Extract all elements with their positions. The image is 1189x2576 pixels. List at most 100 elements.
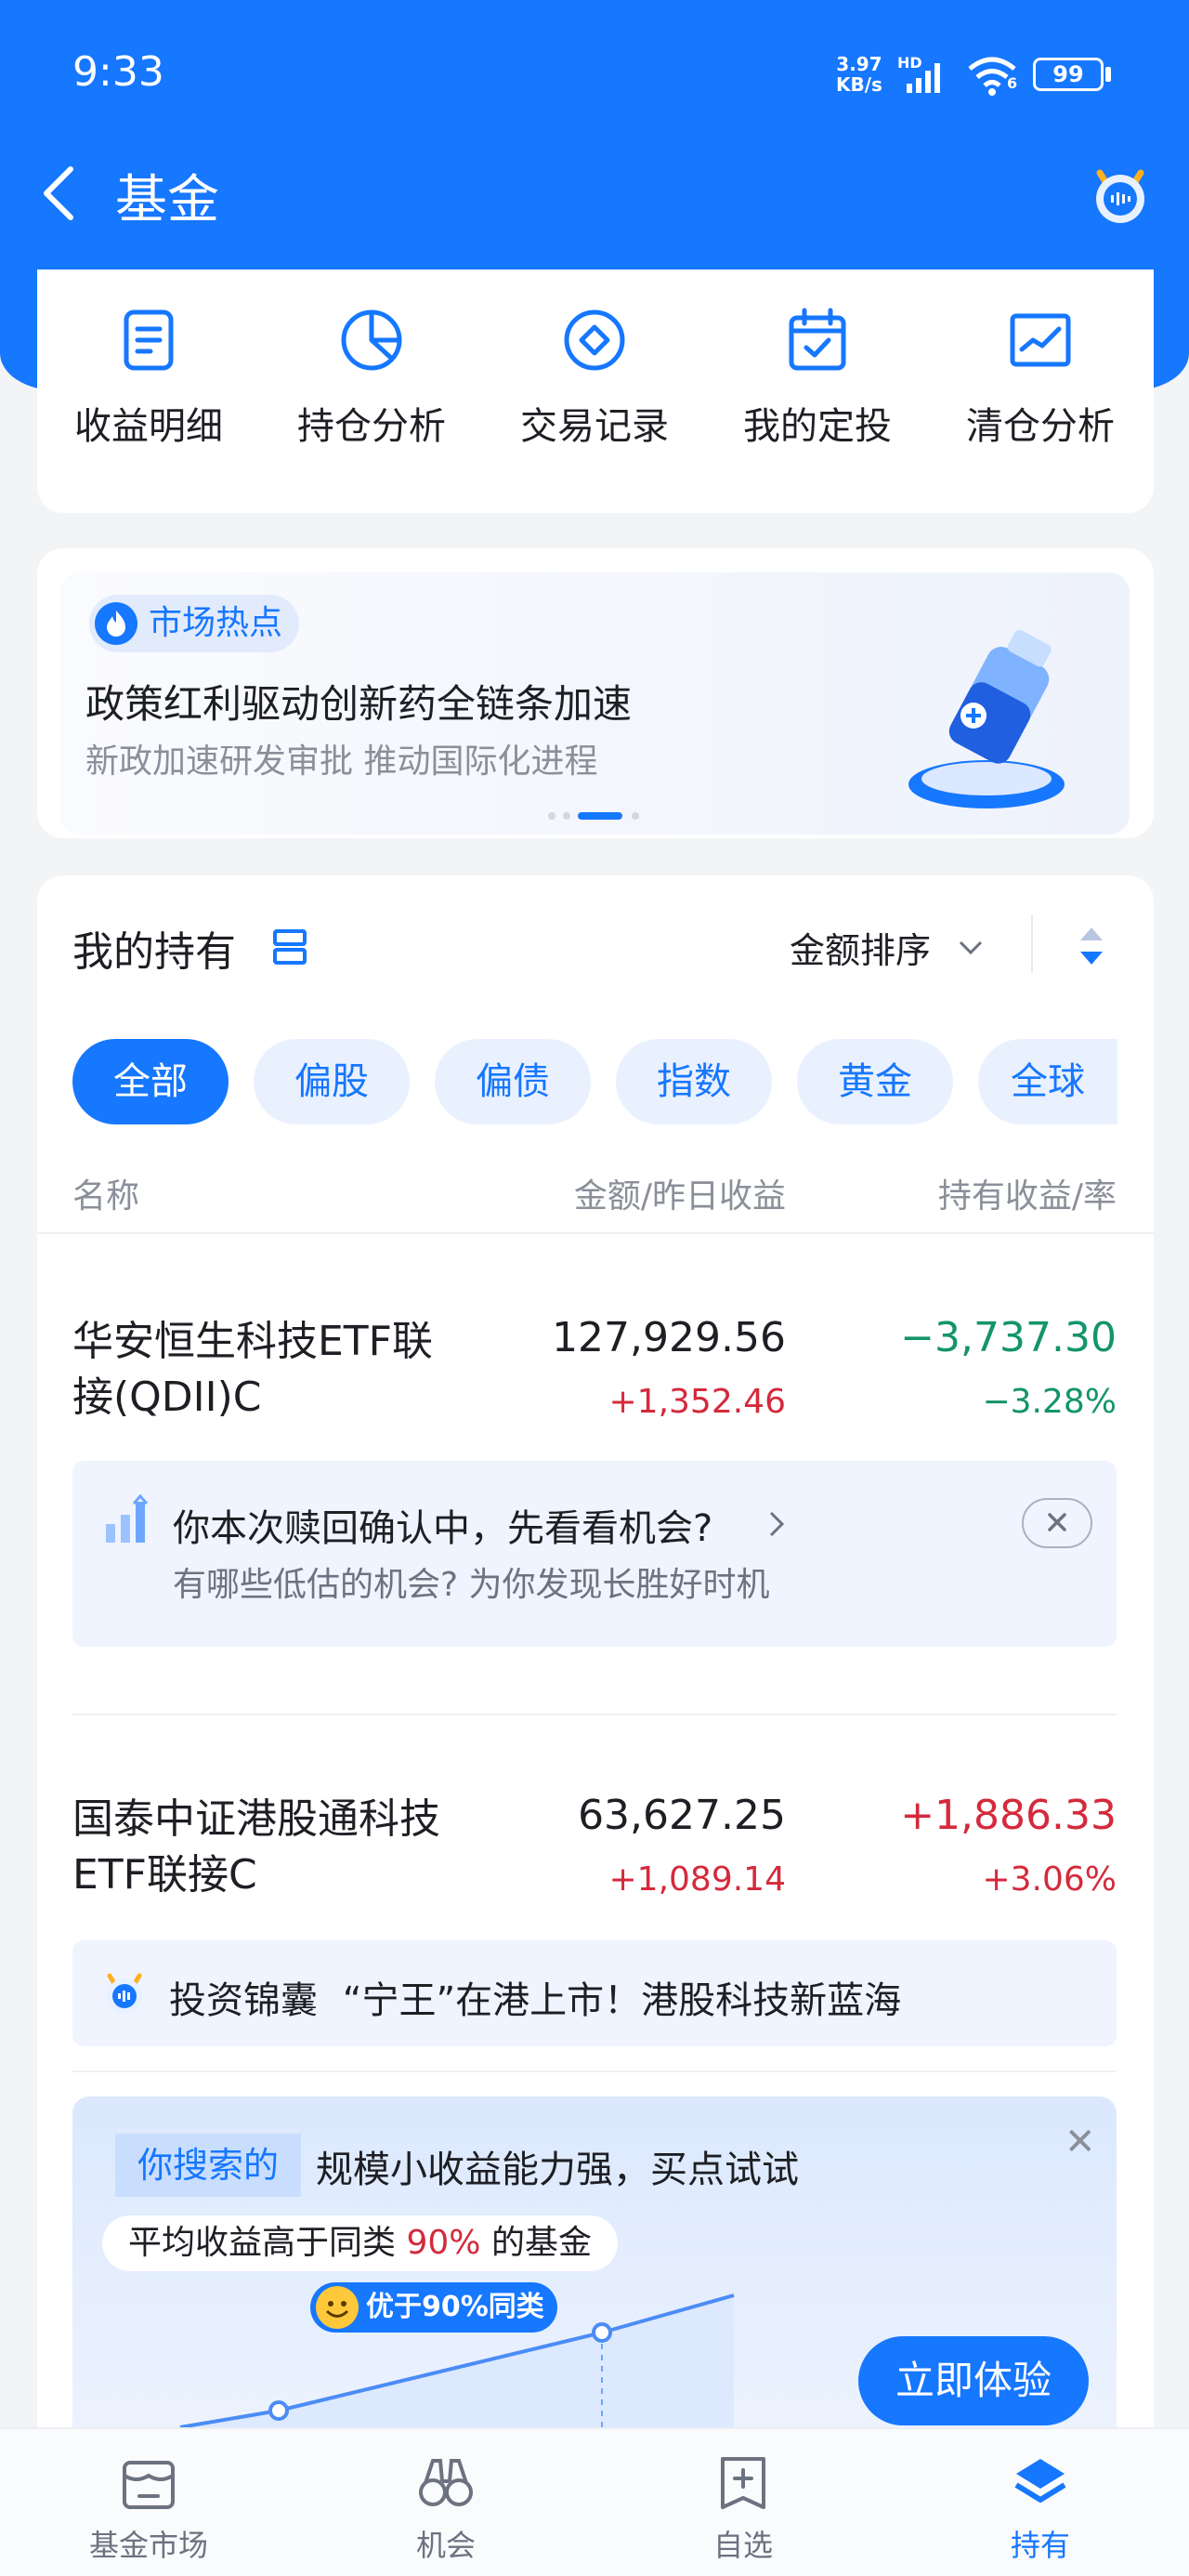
tab-opportunity[interactable]: 机会 (353, 2453, 539, 2565)
diamond-circle-icon (564, 309, 625, 371)
medicine-bottle-illustration (908, 629, 1065, 808)
quick-action-label: 我的定投 (743, 405, 892, 448)
carousel-dot-active (578, 812, 622, 820)
redeem-tip-card[interactable] (72, 1461, 1117, 1647)
performance-badge: 平均收益高于同类 90% 的基金 (102, 2215, 618, 2271)
network-speed: 3.97 KB/s (836, 54, 882, 95)
battery-level: 99 (1052, 61, 1084, 87)
quick-action-trade-records[interactable]: 交易记录 (483, 307, 706, 450)
wifi-badge: 6 (1007, 74, 1018, 92)
divider (72, 2070, 1117, 2072)
fund-amount: 63,627.25 (578, 1792, 786, 1839)
banner-subtitle: 新政加速研发审批 推动国际化进程 (85, 743, 598, 781)
fund-yesterday-profit: +1,089.14 (608, 1860, 786, 1899)
pie-chart-icon (341, 309, 402, 371)
tab-label: 基金市场 (88, 2528, 208, 2563)
quick-action-holding-analysis[interactable]: 持仓分析 (260, 307, 483, 450)
network-speed-value: 3.97 (836, 53, 882, 75)
bar-chart-icon (106, 1494, 149, 1543)
carousel-dot (548, 812, 555, 820)
layers-icon (1014, 2459, 1066, 2503)
filter-chip-index[interactable]: 指数 (616, 1039, 772, 1124)
filter-chip-global[interactable]: 全球 (978, 1039, 1117, 1124)
binoculars-icon (419, 2459, 473, 2506)
column-header-profit: 持有收益/率 (937, 1177, 1117, 1216)
search-tag: 你搜索的 (115, 2134, 302, 2197)
filter-chip-gold[interactable]: 黄金 (797, 1039, 953, 1124)
quick-action-my-plan[interactable]: 我的定投 (706, 307, 929, 450)
close-icon (1048, 1513, 1066, 1531)
fund-holding-profit: +1,886.33 (900, 1792, 1117, 1839)
filter-chip-equity[interactable]: 偏股 (254, 1039, 410, 1124)
status-bar: 9:33 3.97 KB/s HD 6 99 (0, 0, 1189, 149)
battery-icon: 99 (1033, 58, 1104, 91)
tab-label: 自选 (712, 2528, 773, 2563)
investment-tips-label: 投资锦囊 (169, 1979, 318, 2022)
recommendation-title: 规模小收益能力强，买点试试 (316, 2149, 799, 2191)
fund-holding-profit: −3,737.30 (900, 1314, 1117, 1361)
badge-suffix: 的基金 (490, 2224, 592, 2262)
redeem-tip-subtitle: 有哪些低估的机会? 为你发现长胜好时机 (173, 1566, 770, 1604)
page-title: 基金 (115, 170, 219, 230)
fire-icon (95, 602, 137, 645)
fund-yesterday-profit: +1,352.46 (608, 1383, 786, 1421)
assistant-icon[interactable] (1087, 160, 1154, 227)
network-speed-unit: KB/s (836, 73, 882, 96)
fund-name-line2: 接(QDII)C (72, 1373, 262, 1421)
fund-name-line1: 国泰中证港股通科技 (72, 1795, 440, 1843)
carousel-dot (563, 812, 570, 820)
fund-amount: 127,929.56 (552, 1314, 786, 1361)
quick-action-label: 交易记录 (520, 405, 669, 448)
rank-bubble-text: 优于90%同类 (366, 2291, 544, 2323)
chevron-down-icon (959, 940, 983, 955)
status-time: 9:33 (72, 48, 164, 96)
column-header-amount: 金额/昨日收益 (573, 1177, 786, 1216)
divider (37, 1232, 1154, 1234)
signal-icon (907, 63, 940, 93)
holdings-title: 我的持有 (72, 928, 236, 976)
tab-holdings[interactable]: 持有 (947, 2453, 1133, 2565)
close-icon[interactable]: ✕ (1065, 2121, 1096, 2163)
tab-fund-market[interactable]: 基金市场 (56, 2453, 242, 2565)
filter-chip-bond[interactable]: 偏债 (435, 1039, 591, 1124)
quick-action-clearance-analysis[interactable]: 清仓分析 (929, 307, 1152, 450)
assistant-icon (107, 1973, 142, 2014)
layout-toggle-icon[interactable] (271, 927, 308, 965)
try-now-button[interactable]: 立即体验 (858, 2336, 1089, 2425)
quick-action-label: 清仓分析 (966, 405, 1115, 448)
divider (1031, 914, 1033, 972)
tab-label: 机会 (415, 2528, 476, 2563)
quick-actions-card: 收益明细 持仓分析 交易记录 我的定投 清仓分析 (37, 269, 1154, 513)
filter-chip-all[interactable]: 全部 (72, 1039, 229, 1124)
quick-action-income-detail[interactable]: 收益明细 (37, 307, 260, 450)
back-icon[interactable] (37, 164, 82, 223)
column-header-name: 名称 (72, 1177, 140, 1216)
badge-value: 90% (406, 2224, 481, 2262)
badge-prefix: 平均收益高于同类 (128, 2224, 397, 2262)
market-icon (123, 2461, 175, 2509)
sort-label: 金额排序 (790, 930, 932, 971)
chevron-right-icon (769, 1511, 785, 1537)
fund-name-line2: ETF联接C (72, 1851, 257, 1899)
tab-watchlist[interactable]: 自选 (650, 2453, 836, 2565)
sort-order-icon[interactable] (1076, 924, 1107, 968)
close-tip-button[interactable] (1022, 1498, 1092, 1548)
calendar-check-icon (789, 308, 846, 371)
battery-tip (1105, 67, 1111, 82)
smile-emoji-icon (316, 2286, 359, 2329)
investment-tips-headline: “宁王”在港上市！港股科技新蓝海 (342, 1979, 902, 2022)
sort-dropdown[interactable]: 金额排序 (790, 922, 931, 973)
add-watchlist-icon (721, 2457, 765, 2509)
fund-holding-rate: +3.06% (982, 1860, 1117, 1899)
carousel-dot (632, 812, 639, 820)
banner-title: 政策红利驱动创新药全链条加速 (85, 681, 633, 727)
divider (72, 1714, 1117, 1715)
trend-chart-icon (1010, 313, 1071, 367)
quick-action-label: 收益明细 (74, 405, 223, 448)
quick-action-label: 持仓分析 (297, 405, 446, 448)
redeem-tip-title: 你本次赎回确认中，先看看机会? (173, 1507, 713, 1550)
tab-label: 持有 (1010, 2528, 1070, 2563)
investment-tips-text: 投资锦囊 “宁王”在港上市！港股科技新蓝海 (169, 1970, 901, 2024)
document-icon (124, 309, 174, 371)
fund-name-line1: 华安恒生科技ETF联 (72, 1318, 433, 1365)
